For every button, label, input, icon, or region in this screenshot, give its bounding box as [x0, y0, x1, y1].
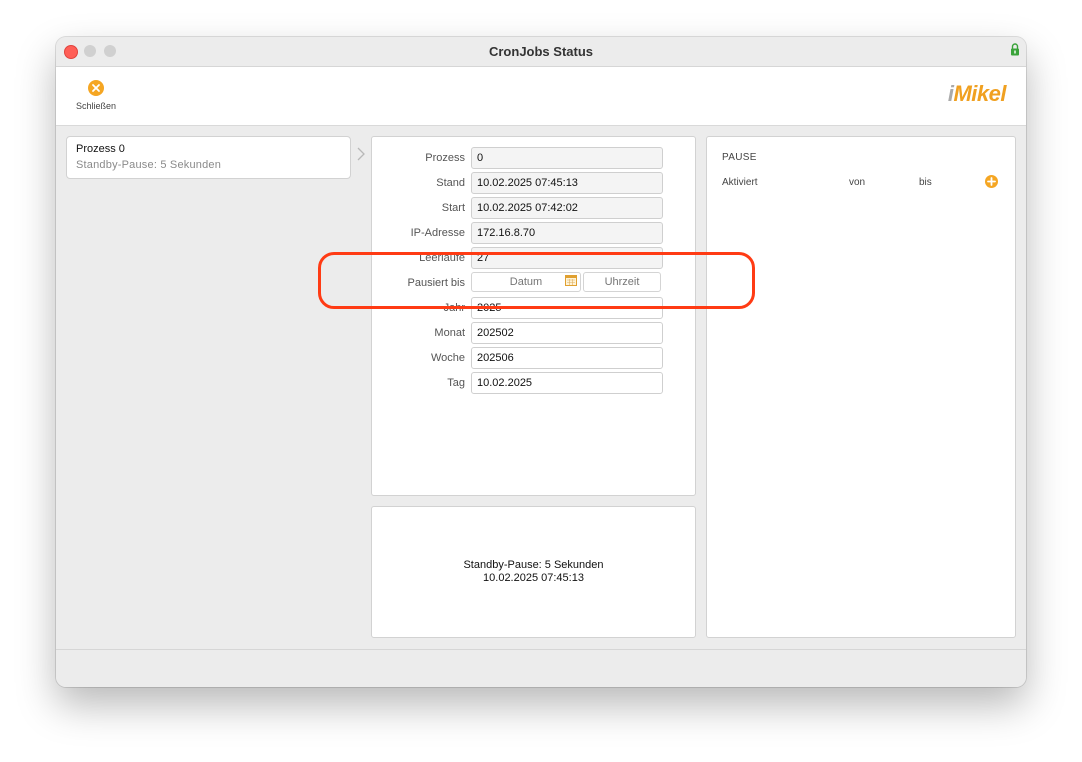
close-label: Schließen — [75, 101, 117, 111]
column-aktiviert: Aktiviert — [722, 177, 758, 188]
column-bis: bis — [919, 177, 932, 188]
ip-address-field[interactable] — [471, 222, 663, 244]
status-message-line2: 10.02.2025 07:45:13 — [483, 572, 584, 584]
column-von: von — [849, 177, 866, 188]
tag-field[interactable] — [471, 372, 663, 394]
leerlaeufe-field[interactable] — [471, 247, 663, 269]
window-minimize-button[interactable] — [84, 45, 96, 57]
process-detail-form: Prozess Stand Start IP-Adresse Leerläufe… — [371, 136, 696, 496]
label-start: Start — [441, 202, 465, 214]
process-list-item[interactable]: Prozess 0 Standby-Pause: 5 Sekunden — [66, 136, 351, 179]
pause-panel-title: PAUSE — [722, 152, 757, 163]
main-content: Prozess 0 Standby-Pause: 5 Sekunden Proz… — [56, 126, 1026, 649]
chevron-right-icon — [357, 147, 365, 161]
title-bar: CronJobs Status — [56, 37, 1026, 67]
process-title: Prozess 0 — [76, 143, 125, 155]
calendar-icon[interactable] — [565, 275, 577, 286]
label-tag: Tag — [447, 377, 465, 389]
window-zoom-button[interactable] — [104, 45, 116, 57]
jahr-field[interactable] — [471, 297, 663, 319]
prozess-field[interactable] — [471, 147, 663, 169]
stand-field[interactable] — [471, 172, 663, 194]
add-pause-button[interactable] — [985, 175, 998, 188]
window-title: CronJobs Status — [488, 44, 593, 59]
close-toolbar-button[interactable]: Schließen — [69, 80, 123, 111]
status-bar — [56, 649, 1026, 687]
monat-field[interactable] — [471, 322, 663, 344]
plus-icon — [987, 177, 996, 186]
status-message-line1: Standby-Pause: 5 Sekunden — [463, 559, 604, 571]
label-pausiert-bis: Pausiert bis — [407, 277, 465, 289]
label-leerlaeufe: Leerläufe — [419, 252, 465, 264]
start-field[interactable] — [471, 197, 663, 219]
label-monat: Monat — [434, 327, 465, 339]
label-prozess: Prozess — [425, 152, 465, 164]
process-subtitle: Standby-Pause: 5 Sekunden — [76, 159, 222, 171]
label-jahr: Jahr — [443, 302, 465, 314]
label-stand: Stand — [436, 177, 465, 189]
label-woche: Woche — [430, 352, 465, 364]
status-message-panel: Standby-Pause: 5 Sekunden 10.02.2025 07:… — [371, 506, 696, 638]
lock-icon — [1011, 43, 1019, 56]
toolbar: Schließen iMikel — [56, 67, 1026, 126]
pause-panel: PAUSE Aktiviert von bis — [706, 136, 1016, 638]
cronjobs-window: CronJobs Status Schließen iMikel Prozess… — [56, 37, 1026, 687]
label-ip: IP-Adresse — [410, 227, 465, 239]
window-close-button[interactable] — [64, 45, 78, 59]
status-message: Standby-Pause: 5 Sekunden 10.02.2025 07:… — [372, 559, 695, 585]
woche-field[interactable] — [471, 347, 663, 369]
pause-time-input[interactable] — [583, 272, 661, 292]
imikel-logo: iMikel — [947, 81, 1007, 106]
close-circle-icon — [88, 80, 104, 96]
